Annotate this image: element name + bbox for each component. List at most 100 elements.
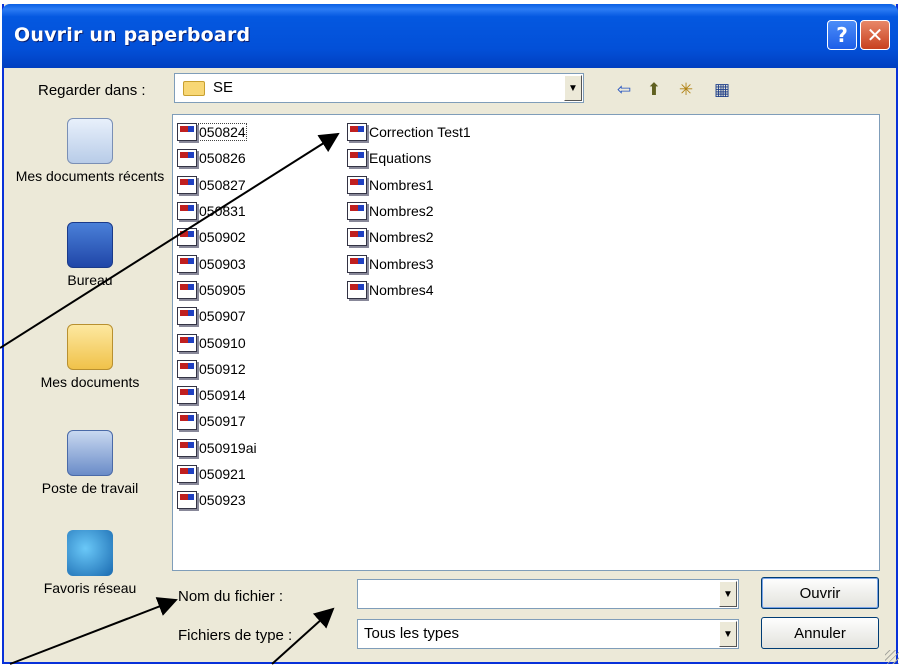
flipchart-file-icon (347, 123, 367, 142)
file-name: 050824 (198, 123, 247, 142)
flipchart-file-icon (177, 175, 197, 194)
file-name: Correction Test1 (369, 124, 471, 141)
filetype-value: Tous les types (364, 625, 460, 642)
views-menu-icon[interactable]: ▦ (710, 78, 734, 102)
help-button[interactable]: ? (827, 20, 857, 50)
file-name: 050831 (199, 203, 246, 220)
file-name: 050902 (199, 229, 246, 246)
file-name: 050912 (199, 360, 246, 377)
filetype-dropdown[interactable]: Tous les types ▼ (357, 619, 739, 649)
flipchart-file-icon (177, 254, 197, 273)
close-button[interactable]: ✕ (860, 20, 890, 50)
desktop-icon (67, 222, 113, 268)
file-name: Nombres1 (369, 176, 434, 193)
file-name: Nombres2 (369, 203, 434, 220)
flipchart-file-icon (177, 280, 197, 299)
file-name: Equations (369, 150, 432, 167)
file-name: 050917 (199, 413, 246, 430)
place-recent-documents[interactable]: Mes documents récents (14, 118, 166, 184)
place-my-documents[interactable]: Mes documents (14, 324, 166, 390)
my-computer-icon (67, 430, 113, 476)
file-item[interactable]: 050902 (177, 224, 257, 250)
file-item[interactable]: 050824 (177, 119, 257, 145)
flipchart-file-icon (177, 307, 197, 326)
flipchart-file-icon (177, 438, 197, 457)
new-folder-icon[interactable]: ✳ (674, 78, 698, 102)
file-name: 050923 (199, 492, 246, 509)
file-item[interactable]: Nombres2 (347, 198, 471, 224)
flipchart-file-icon (177, 412, 197, 431)
file-name: Nombres2 (369, 229, 434, 246)
flipchart-file-icon (177, 359, 197, 378)
file-item[interactable]: 050827 (177, 172, 257, 198)
place-network[interactable]: Favoris réseau (14, 530, 166, 596)
filename-label: Nom du fichier : (178, 588, 284, 605)
my-documents-icon (67, 324, 113, 370)
file-item[interactable]: 050921 (177, 461, 257, 487)
file-item[interactable]: Nombres4 (347, 277, 471, 303)
flipchart-file-icon (347, 175, 367, 194)
file-column-2: Correction Test1 Equations Nombres1 Nombres… (347, 119, 471, 303)
file-item[interactable]: 050826 (177, 145, 257, 171)
open-button[interactable]: Ouvrir (761, 577, 879, 609)
folder-icon (183, 81, 205, 96)
flipchart-file-icon (347, 149, 367, 168)
file-item[interactable]: 050912 (177, 356, 257, 382)
file-name: 050903 (199, 255, 246, 272)
filename-input[interactable]: ▼ (357, 579, 739, 609)
chevron-down-icon[interactable]: ▼ (719, 581, 737, 607)
file-item[interactable]: 050905 (177, 277, 257, 303)
file-item[interactable]: Correction Test1 (347, 119, 471, 145)
file-item[interactable]: Equations (347, 145, 471, 171)
file-name: 050914 (199, 387, 246, 404)
recent-documents-icon (67, 118, 113, 164)
flipchart-file-icon (177, 202, 197, 221)
file-item[interactable]: 050914 (177, 382, 257, 408)
flipchart-file-icon (177, 333, 197, 352)
file-item[interactable]: Nombres1 (347, 172, 471, 198)
file-item[interactable]: Nombres3 (347, 250, 471, 276)
file-name: 050827 (199, 176, 246, 193)
file-item[interactable]: 050919ai (177, 435, 257, 461)
place-label: Favoris réseau (43, 580, 137, 596)
file-name: 050907 (199, 308, 246, 325)
file-item[interactable]: 050907 (177, 303, 257, 329)
places-bar: Mes documents récents Bureau Mes documen… (14, 118, 166, 618)
file-item[interactable]: 050923 (177, 487, 257, 513)
flipchart-file-icon (177, 228, 197, 247)
place-label: Mes documents récents (15, 168, 165, 184)
dialog-title: Ouvrir un paperboard (14, 24, 251, 46)
resize-grip[interactable] (885, 650, 899, 664)
file-list[interactable]: 050824 050826 050827 050831 050902 050903 0509… (172, 114, 880, 571)
up-folder-icon[interactable]: ⬆ (642, 78, 666, 102)
file-item[interactable]: 050917 (177, 408, 257, 434)
cancel-button[interactable]: Annuler (761, 617, 879, 649)
file-item[interactable]: 050903 (177, 250, 257, 276)
place-label: Mes documents (40, 374, 140, 390)
look-in-label: Regarder dans : (38, 82, 146, 99)
chevron-down-icon[interactable]: ▼ (719, 621, 737, 647)
file-item[interactable]: 050831 (177, 198, 257, 224)
file-item[interactable]: 050910 (177, 329, 257, 355)
file-name: 050905 (199, 281, 246, 298)
file-name: Nombres3 (369, 255, 434, 272)
place-desktop[interactable]: Bureau (14, 222, 166, 288)
file-name: 050826 (199, 150, 246, 167)
place-label: Bureau (67, 272, 113, 288)
file-name: 050919ai (199, 439, 257, 456)
flipchart-file-icon (177, 491, 197, 510)
file-name: Nombres4 (369, 281, 434, 298)
filetype-label: Fichiers de type : (178, 627, 293, 644)
file-name: 050910 (199, 334, 246, 351)
file-name: 050921 (199, 466, 246, 482)
flipchart-file-icon (347, 254, 367, 273)
chevron-down-icon[interactable]: ▼ (564, 75, 582, 101)
file-item[interactable]: Nombres2 (347, 224, 471, 250)
back-icon[interactable]: ⇦ (612, 78, 636, 102)
flipchart-file-icon (347, 202, 367, 221)
look-in-dropdown[interactable]: SE ▼ (174, 73, 584, 103)
title-bar[interactable]: Ouvrir un paperboard ? ✕ (2, 4, 898, 68)
flipchart-file-icon (177, 465, 197, 483)
network-places-icon (67, 530, 113, 576)
place-my-computer[interactable]: Poste de travail (14, 430, 166, 496)
